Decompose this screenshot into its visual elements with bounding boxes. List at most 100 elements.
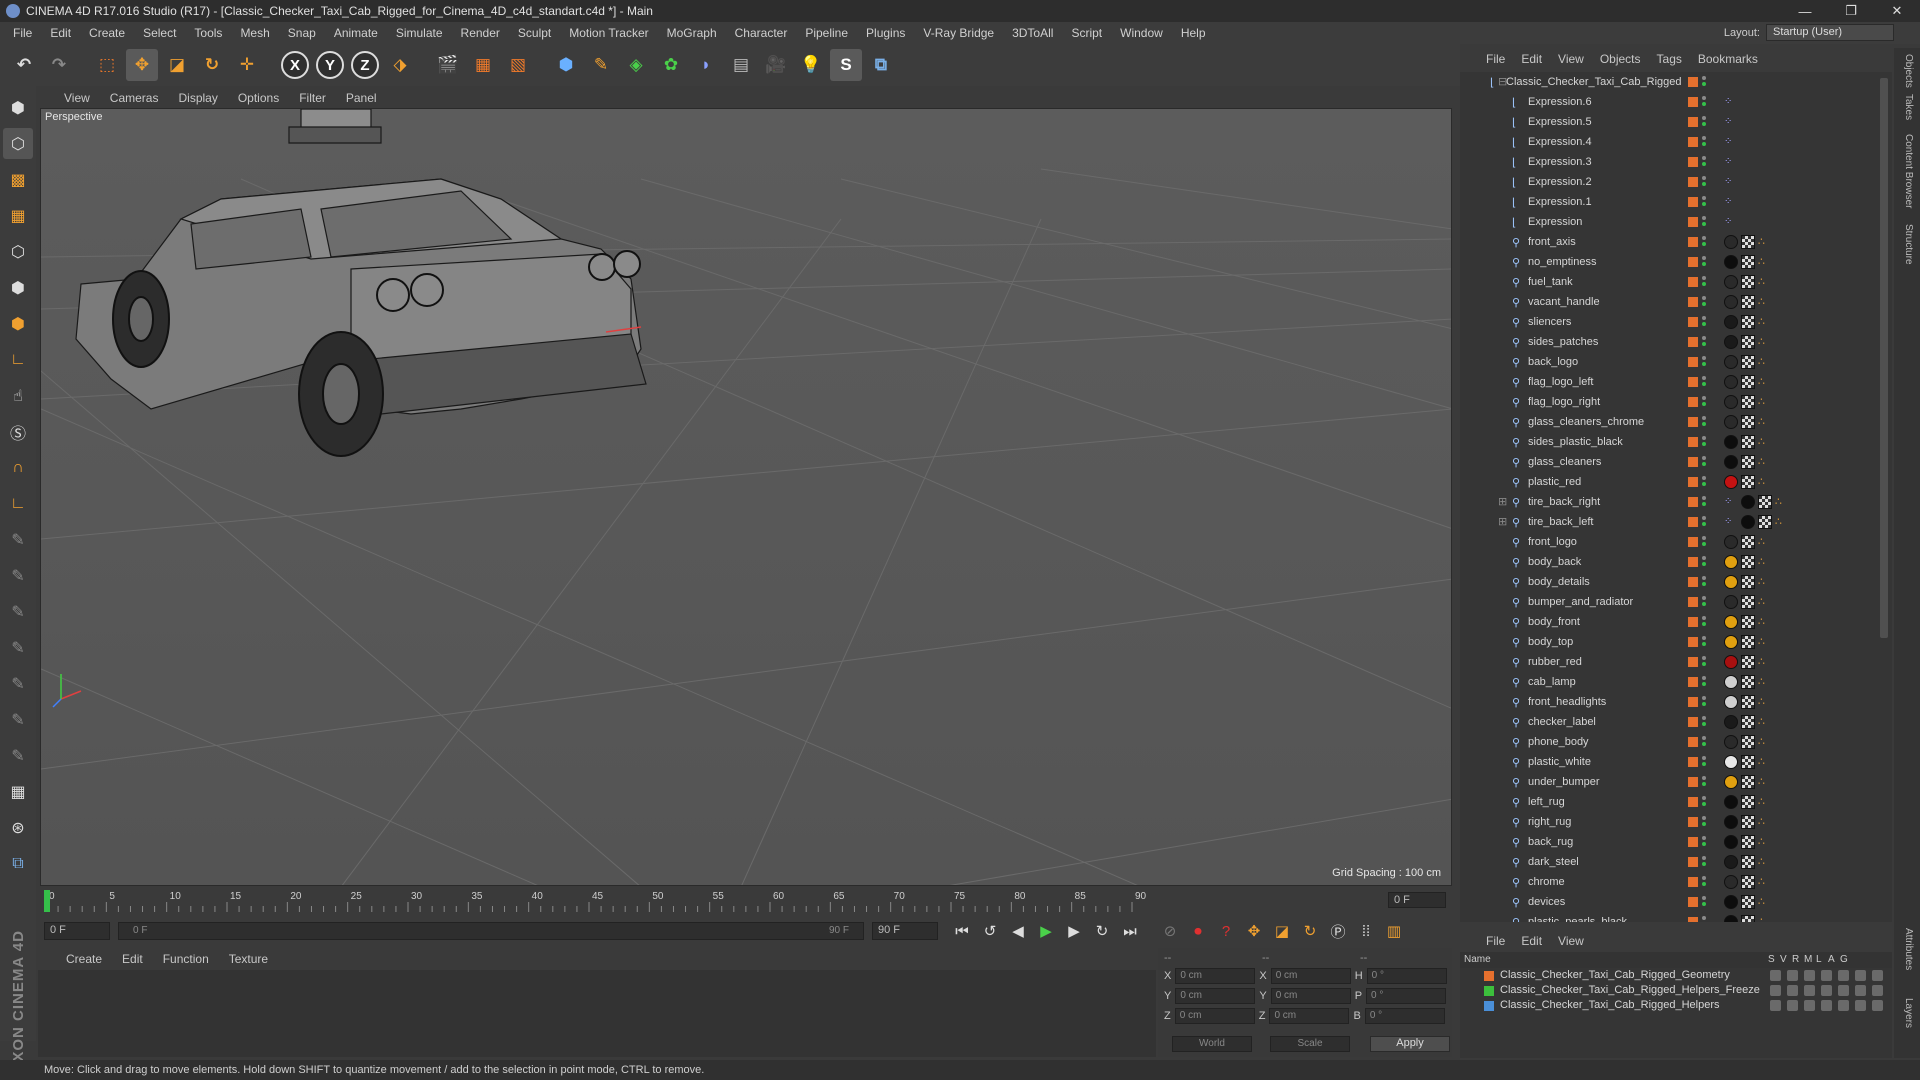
material-tag-icon[interactable] (1724, 555, 1738, 569)
timeline-end-field[interactable]: 0 F (1388, 892, 1446, 908)
editor-visibility-dot[interactable] (1702, 476, 1706, 480)
render-visibility-dot[interactable] (1702, 202, 1706, 206)
editor-visibility-dot[interactable] (1702, 336, 1706, 340)
cube-primitive-icon[interactable]: ⬢ (550, 49, 582, 81)
uvw-tag-icon[interactable]: ∴ (1758, 275, 1772, 289)
scale-tool-icon[interactable]: ◪ (161, 49, 193, 81)
editor-visibility-dot[interactable] (1702, 616, 1706, 620)
object-row-expression[interactable]: ⌊ Expression.6 ⁘ (1460, 92, 1892, 112)
object-row[interactable]: ⚲ front_axis ∴ (1460, 232, 1892, 252)
render-visibility-dot[interactable] (1702, 542, 1706, 546)
render-visibility-dot[interactable] (1702, 662, 1706, 666)
visibility-dots[interactable] (1702, 914, 1708, 922)
visibility-dots[interactable] (1702, 814, 1708, 830)
layer-solo-toggle-icon[interactable] (1770, 985, 1781, 996)
layer-color-swatch[interactable] (1688, 637, 1698, 647)
uvw-tag-icon[interactable]: ∴ (1758, 255, 1772, 269)
editor-visibility-dot[interactable] (1702, 416, 1706, 420)
perspective-viewport[interactable]: Perspective Grid Spacing : 100 cm (40, 108, 1452, 886)
uvw-tag-icon[interactable]: ∴ (1758, 295, 1772, 309)
editor-visibility-dot[interactable] (1702, 276, 1706, 280)
render-visibility-dot[interactable] (1702, 842, 1706, 846)
visibility-dots[interactable] (1702, 214, 1708, 230)
texture-tag-icon[interactable] (1741, 835, 1755, 849)
editor-visibility-dot[interactable] (1702, 456, 1706, 460)
right-tab-takes[interactable]: Takes (1903, 94, 1914, 120)
material-tag-icon[interactable] (1724, 255, 1738, 269)
layer-animation-toggle-icon[interactable] (1855, 970, 1866, 981)
layer-color-swatch[interactable] (1688, 457, 1698, 467)
uvw-tag-icon[interactable]: ∴ (1758, 375, 1772, 389)
previous-key-icon[interactable]: ↺ (978, 919, 1002, 943)
editor-visibility-dot[interactable] (1702, 76, 1706, 80)
uvw-tag-icon[interactable]: ∴ (1758, 655, 1772, 669)
object-menu-file[interactable]: File (1486, 52, 1505, 66)
material-tag-icon[interactable] (1724, 375, 1738, 389)
object-row[interactable]: ⚲ fuel_tank ∴ (1460, 272, 1892, 292)
object-row[interactable]: ⚲ dark_steel ∴ (1460, 852, 1892, 872)
playhead[interactable] (44, 890, 50, 912)
texture-tag-icon[interactable] (1741, 635, 1755, 649)
editor-visibility-dot[interactable] (1702, 636, 1706, 640)
visibility-dots[interactable] (1702, 194, 1708, 210)
object-row[interactable]: ⚲ sides_plastic_black ∴ (1460, 432, 1892, 452)
material-tag-icon[interactable] (1724, 395, 1738, 409)
menu-help[interactable]: Help (1172, 26, 1215, 40)
uvw-tag-icon[interactable]: ∴ (1758, 835, 1772, 849)
object-menu-view[interactable]: View (1558, 52, 1584, 66)
object-row[interactable]: ⚲ no_emptiness ∴ (1460, 252, 1892, 272)
material-tag-icon[interactable] (1724, 415, 1738, 429)
object-row[interactable]: ⚲ front_logo ∴ (1460, 532, 1892, 552)
layer-color-swatch[interactable] (1688, 437, 1698, 447)
material-tag-icon[interactable] (1724, 295, 1738, 309)
wax-tool-icon[interactable]: ✎ (3, 632, 33, 663)
layer-manager-toggle-icon[interactable] (1821, 985, 1832, 996)
render-visibility-dot[interactable] (1702, 262, 1706, 266)
xpresso-tag-icon[interactable]: ⁘ (1724, 215, 1738, 229)
y-axis-lock-icon[interactable]: Y (314, 49, 346, 81)
object-row[interactable]: ⚲ body_back ∴ (1460, 552, 1892, 572)
render-visibility-dot[interactable] (1702, 462, 1706, 466)
size-z-field[interactable]: 0 cm (1269, 1008, 1350, 1024)
uvw-tag-icon[interactable]: ∴ (1758, 395, 1772, 409)
visibility-dots[interactable] (1702, 174, 1708, 190)
visibility-dots[interactable] (1702, 394, 1708, 410)
layer-solo-toggle-icon[interactable] (1770, 1000, 1781, 1011)
points-mode-icon[interactable]: ⬡ (3, 236, 33, 267)
minimize-button[interactable]: — (1782, 0, 1828, 22)
menu-script[interactable]: Script (1062, 26, 1111, 40)
render-visibility-dot[interactable] (1702, 342, 1706, 346)
render-visibility-dot[interactable] (1702, 442, 1706, 446)
render-picture-viewer-icon[interactable]: ▦ (467, 49, 499, 81)
uvw-tag-icon[interactable]: ∴ (1775, 495, 1789, 509)
visibility-dots[interactable] (1702, 374, 1708, 390)
layer-color-swatch[interactable] (1688, 377, 1698, 387)
object-row-expression[interactable]: ⌊ Expression ⁘ (1460, 212, 1892, 232)
key-rotation-icon[interactable]: ↻ (1298, 919, 1322, 943)
undo-icon[interactable]: ↶ (8, 49, 40, 81)
right-tab-objects[interactable]: Objects (1903, 54, 1914, 88)
menu-simulate[interactable]: Simulate (387, 26, 452, 40)
layer-solo-toggle-icon[interactable] (1770, 970, 1781, 981)
layer-color-swatch[interactable] (1688, 197, 1698, 207)
position-x-field[interactable]: 0 cm (1175, 968, 1256, 984)
visibility-dots[interactable] (1702, 494, 1708, 510)
redo-icon[interactable]: ↷ (43, 49, 75, 81)
texture-tag-icon[interactable] (1741, 735, 1755, 749)
layer-color-swatch[interactable] (1688, 757, 1698, 767)
coordinate-space-dropdown[interactable]: World (1172, 1036, 1252, 1052)
material-tag-icon[interactable] (1724, 875, 1738, 889)
go-to-start-icon[interactable]: ⏮ (950, 919, 974, 943)
coordinate-system-icon[interactable]: ⬗ (384, 49, 416, 81)
texture-tag-icon[interactable] (1741, 375, 1755, 389)
layer-color-swatch[interactable] (1688, 317, 1698, 327)
menu-window[interactable]: Window (1111, 26, 1172, 40)
right-tab-structure[interactable]: Structure (1903, 224, 1914, 265)
workplane-mode-icon[interactable]: ▦ (3, 200, 33, 231)
visibility-dots[interactable] (1702, 854, 1708, 870)
uvw-tag-icon[interactable]: ∴ (1758, 795, 1772, 809)
layer-color-swatch[interactable] (1688, 597, 1698, 607)
xpresso-tag-icon[interactable]: ⁘ (1724, 515, 1738, 529)
texture-tag-icon[interactable] (1741, 455, 1755, 469)
editor-visibility-dot[interactable] (1702, 156, 1706, 160)
